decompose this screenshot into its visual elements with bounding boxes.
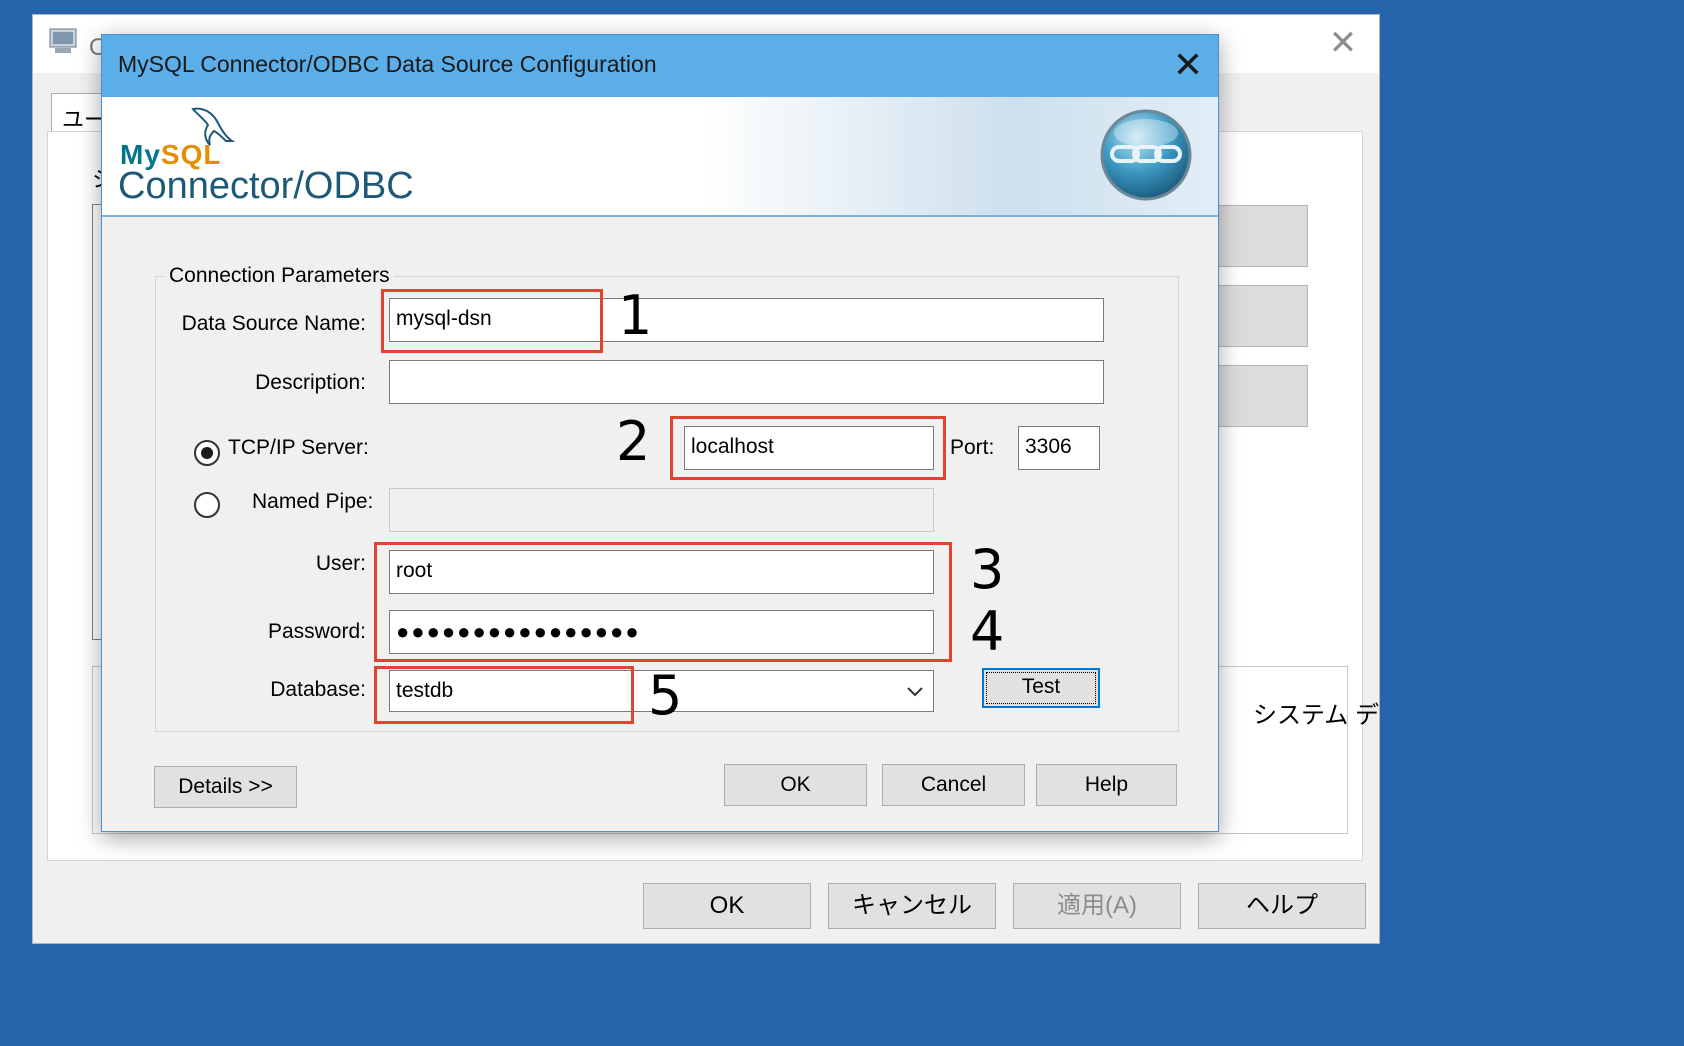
annotation-box-5: [374, 666, 634, 724]
connector-title: Connector/ODBC: [118, 165, 414, 207]
description-label: Description:: [255, 371, 366, 394]
admin-help-button[interactable]: ヘルプ: [1198, 883, 1366, 929]
test-button[interactable]: Test: [982, 668, 1100, 708]
connection-parameters-title: Connection Parameters: [165, 264, 394, 288]
description-input[interactable]: [389, 360, 1104, 404]
cancel-button[interactable]: Cancel: [882, 764, 1025, 806]
named-pipe-input: [389, 488, 934, 532]
tcp-radio[interactable]: [194, 440, 220, 466]
annotation-number: 5: [648, 664, 683, 727]
dialog-title: MySQL Connector/ODBC Data Source Configu…: [118, 51, 657, 77]
admin-apply-button: 適用(A): [1013, 883, 1181, 929]
connector-banner: MySQL Connector/ODBC: [102, 97, 1218, 217]
admin-ok-button[interactable]: OK: [643, 883, 811, 929]
annotation-number: 4: [970, 600, 1005, 663]
database-label: Database:: [270, 678, 366, 701]
named-pipe-radio[interactable]: [194, 492, 220, 518]
annotation-number: 3: [970, 538, 1005, 601]
annotation-box-3-4: [374, 542, 952, 662]
dsn-label: Data Source Name:: [181, 312, 366, 335]
user-label: User:: [315, 552, 366, 575]
named-pipe-label: Named Pipe:: [252, 490, 374, 513]
port-label: Port:: [950, 436, 995, 459]
dsn-info-text: システム デ: [1253, 702, 1379, 729]
annotation-box-2: [670, 416, 946, 480]
close-icon[interactable]: ✕: [1166, 45, 1210, 89]
chevron-down-icon[interactable]: [904, 680, 926, 702]
odbc-admin-close-icon[interactable]: ✕: [1323, 23, 1363, 63]
chain-link-globe-icon: [1100, 109, 1192, 201]
port-input[interactable]: 3306: [1018, 426, 1100, 470]
dialog-titlebar[interactable]: MySQL Connector/ODBC Data Source Configu…: [102, 35, 1218, 97]
odbc-app-icon: [49, 28, 77, 53]
annotation-box-1: [381, 289, 603, 353]
annotation-number: 2: [616, 410, 651, 473]
details-button[interactable]: Details >>: [154, 766, 297, 808]
ok-button[interactable]: OK: [724, 764, 867, 806]
annotation-number: 1: [618, 284, 653, 347]
help-button[interactable]: Help: [1036, 764, 1177, 806]
tcp-label: TCP/IP Server:: [228, 436, 369, 459]
password-label: Password:: [267, 620, 366, 643]
admin-cancel-button[interactable]: キャンセル: [828, 883, 996, 929]
